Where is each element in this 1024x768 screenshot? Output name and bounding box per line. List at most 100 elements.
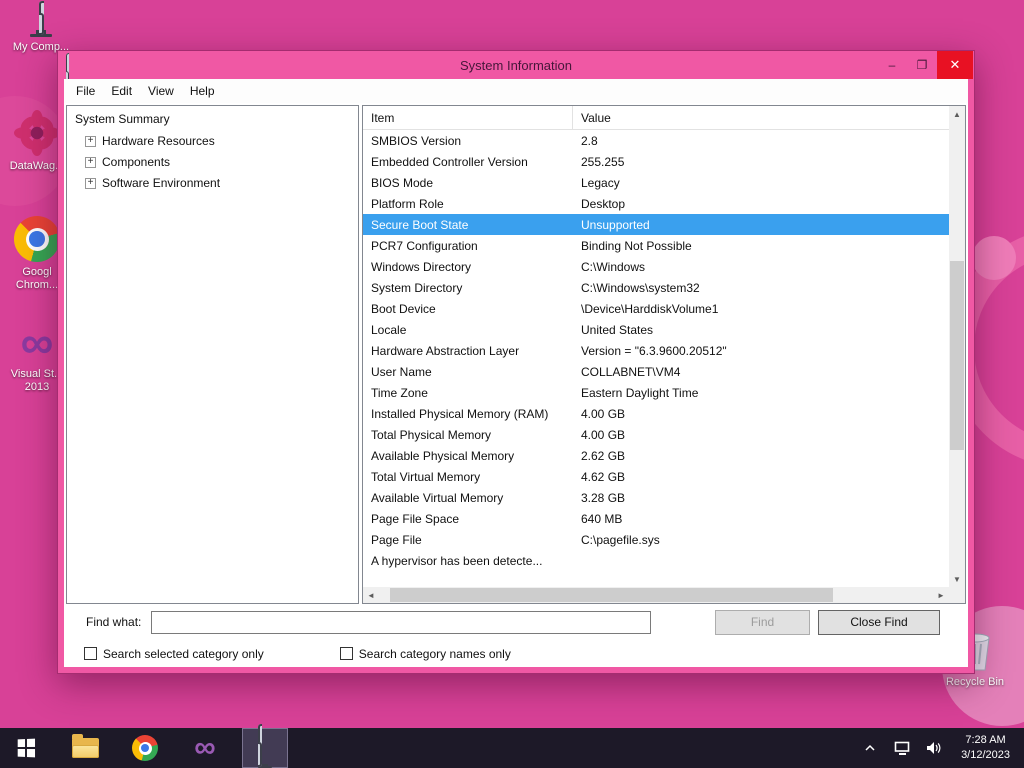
table-row[interactable]: Embedded Controller Version 255.255 (363, 151, 949, 172)
menu-view[interactable]: View (140, 81, 182, 101)
value-cell: Eastern Daylight Time (581, 385, 699, 400)
table-row[interactable]: System Directory C:\Windows\system32 (363, 277, 949, 298)
item-cell: PCR7 Configuration (371, 238, 478, 253)
item-cell: Locale (371, 322, 407, 337)
search-category-names-checkbox[interactable] (339, 647, 353, 660)
vertical-scroll-thumb[interactable] (950, 261, 964, 450)
scroll-down-arrow[interactable]: ▼ (949, 571, 965, 587)
item-cell: A hypervisor has been detecte... (371, 553, 543, 568)
table-row[interactable]: Platform Role Desktop (363, 193, 949, 214)
value-cell: 2.62 GB (581, 448, 626, 463)
item-cell: Platform Role (371, 196, 444, 211)
minimize-button[interactable]: – (877, 51, 907, 79)
item-cell: Boot Device (371, 301, 436, 316)
menu-help[interactable]: Help (182, 81, 223, 101)
horizontal-scroll-track[interactable] (379, 587, 933, 603)
volume-icon[interactable] (925, 739, 943, 757)
tree-item-software-environment[interactable]: + Software Environment (85, 176, 354, 190)
table-row[interactable]: Boot Device \Device\HarddiskVolume1 (363, 298, 949, 319)
value-cell: 640 MB (581, 511, 623, 526)
table-row[interactable]: Locale United States (363, 319, 949, 340)
item-cell: Installed Physical Memory (RAM) (371, 406, 549, 421)
table-row[interactable]: A hypervisor has been detecte... (363, 550, 949, 571)
show-hidden-icons-chevron[interactable] (861, 739, 879, 757)
tree-item-hardware-resources[interactable]: + Hardware Resources (85, 134, 354, 148)
content-area: System Summary + Hardware Resources + Compo… (64, 103, 968, 604)
window-client-area: File Edit View Help System Summary + Hardwar… (64, 79, 968, 667)
item-cell: Page File Space (371, 511, 460, 526)
value-cell: C:\Windows\system32 (581, 280, 700, 295)
find-input[interactable] (151, 610, 652, 634)
search-selected-category-checkbox[interactable] (84, 647, 97, 660)
horizontal-scroll-thumb[interactable] (390, 588, 834, 602)
value-cell: 4.62 GB (581, 469, 626, 484)
taskbar: ∞ 7:28 AM 3/12/2023 (0, 724, 1024, 768)
table-row[interactable]: Time Zone Eastern Daylight Time (363, 382, 949, 403)
windows-logo-icon (17, 738, 36, 758)
taskbar-clock[interactable]: 7:28 AM 3/12/2023 (957, 733, 1014, 763)
value-cell: 4.00 GB (581, 406, 626, 421)
expand-icon[interactable]: + (85, 177, 96, 189)
table-row[interactable]: Secure Boot State Unsupported (363, 214, 949, 235)
start-button[interactable] (0, 728, 52, 768)
tree-children: + Hardware Resources + Components + Software … (71, 134, 354, 190)
table-row[interactable]: User Name COLLABNET\VM4 (363, 361, 949, 382)
maximize-button[interactable]: ❐ (907, 51, 937, 79)
expand-icon[interactable]: + (85, 156, 96, 168)
scroll-right-arrow[interactable]: ► (933, 587, 949, 603)
column-header-item: Item (363, 106, 573, 129)
tree-item-components[interactable]: + Components (85, 155, 354, 169)
close-button[interactable]: ✕ (937, 51, 973, 79)
item-cell: Secure Boot State (371, 217, 469, 232)
window-titlebar[interactable]: System Information – ❐ ✕ (58, 51, 974, 94)
table-row[interactable]: BIOS Mode Legacy (363, 172, 949, 193)
table-row[interactable]: Installed Physical Memory (RAM) 4.00 GB (363, 403, 949, 424)
desktop-icon-my-computer[interactable]: My Comp... (2, 1, 80, 54)
wallpaper-circle (972, 236, 1016, 280)
item-cell: Total Physical Memory (371, 427, 492, 442)
column-header-value: Value (581, 110, 611, 125)
find-button[interactable]: Find (715, 609, 810, 635)
chrome-icon (14, 216, 60, 262)
network-icon[interactable] (893, 739, 911, 757)
taskbar-file-explorer[interactable] (62, 728, 108, 768)
system-tray: 7:28 AM 3/12/2023 (861, 728, 1024, 768)
item-cell: Windows Directory (371, 259, 472, 274)
value-cell: 255.255 (581, 154, 625, 169)
item-cell: Page File (371, 532, 422, 547)
table-row[interactable]: Hardware Abstraction Layer Version = "6.3… (363, 340, 949, 361)
visual-studio-icon: ∞ (20, 316, 54, 368)
scroll-left-arrow[interactable]: ◄ (363, 587, 379, 603)
vertical-scrollbar[interactable]: ▲ ▼ (949, 106, 965, 587)
expand-icon[interactable]: + (85, 135, 96, 147)
item-cell: BIOS Mode (371, 175, 434, 190)
clock-date: 3/12/2023 (961, 749, 1010, 761)
close-find-button[interactable]: Close Find (818, 609, 940, 635)
desktop: My Comp... DataWag... Googl Chrom... ∞ V… (0, 0, 1024, 768)
vertical-scroll-track[interactable] (949, 122, 965, 571)
horizontal-scrollbar[interactable]: ◄ ► (363, 587, 949, 603)
scroll-up-arrow[interactable]: ▲ (949, 106, 965, 122)
menu-file[interactable]: File (68, 81, 103, 101)
value-cell: 3.28 GB (581, 490, 626, 505)
taskbar-visual-studio[interactable]: ∞ (182, 728, 228, 768)
item-cell: SMBIOS Version (371, 133, 462, 148)
table-row[interactable]: Page File C:\pagefile.sys (363, 529, 949, 550)
table-row[interactable]: PCR7 Configuration Binding Not Possible (363, 235, 949, 256)
table-row[interactable]: Available Physical Memory 2.62 GB (363, 445, 949, 466)
table-row[interactable]: Windows Directory C:\Windows (363, 256, 949, 277)
tree-item-label: Components (102, 155, 171, 169)
list-header: Item Value (363, 106, 949, 130)
taskbar-system-information-active[interactable] (242, 724, 288, 768)
search-category-names-label: Search category names only (358, 646, 511, 661)
tree-item-system-summary[interactable]: System Summary (73, 111, 172, 127)
table-row[interactable]: Page File Space 640 MB (363, 508, 949, 529)
find-bar: Find what: Find Close Find (64, 604, 968, 640)
table-row[interactable]: Available Virtual Memory 3.28 GB (363, 487, 949, 508)
table-row[interactable]: Total Virtual Memory 4.62 GB (363, 466, 949, 487)
table-row[interactable]: Total Physical Memory 4.00 GB (363, 424, 949, 445)
menu-edit[interactable]: Edit (103, 81, 140, 101)
taskbar-chrome[interactable] (122, 728, 168, 768)
detail-list-pane: Item Value SMBIOS Version 2.8 Embedded Con… (362, 105, 966, 604)
table-row[interactable]: SMBIOS Version 2.8 (363, 130, 949, 151)
